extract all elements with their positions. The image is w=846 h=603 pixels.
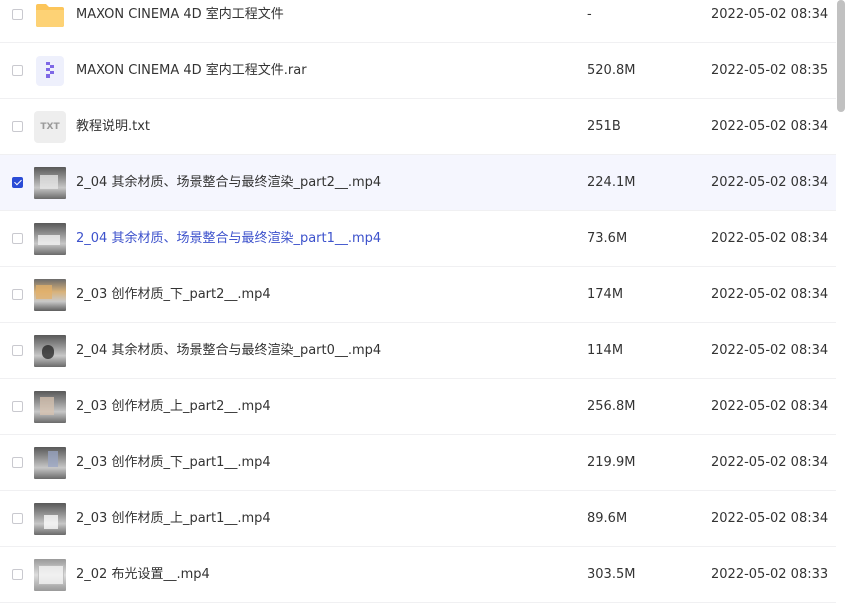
file-size: 224.1M (587, 174, 636, 190)
rar-archive-icon (34, 55, 66, 87)
video-thumbnail (34, 278, 66, 311)
row-checkbox[interactable] (12, 400, 23, 412)
video-thumbnail (34, 166, 66, 199)
file-row[interactable]: 2_02 布光设置__.mp4 303.5M 2022-05-02 08:33 (0, 547, 836, 603)
file-date: 2022-05-02 08:34 (711, 342, 829, 358)
video-thumbnail (34, 558, 66, 591)
file-row[interactable]: 2_03 创作材质_下_part2__.mp4 174M 2022-05-02 … (0, 267, 836, 323)
file-row[interactable]: TXT 教程说明.txt 251B 2022-05-02 08:34 (0, 99, 836, 155)
row-checkbox[interactable] (12, 344, 23, 356)
file-date: 2022-05-02 08:34 (711, 6, 829, 22)
file-size: 303.5M (587, 566, 636, 582)
file-name[interactable]: 2_03 创作材质_上_part1__.mp4 (76, 510, 271, 528)
file-size: 251B (587, 118, 621, 134)
file-row[interactable]: 2_03 创作材质_上_part1__.mp4 89.6M 2022-05-02… (0, 491, 836, 547)
file-size: 256.8M (587, 398, 636, 414)
file-row[interactable]: 2_03 创作材质_上_part2__.mp4 256.8M 2022-05-0… (0, 379, 836, 435)
file-row[interactable]: 2_04 其余材质、场景整合与最终渲染_part1__.mp4 73.6M 20… (0, 211, 836, 267)
scrollbar-thumb[interactable] (837, 0, 845, 112)
row-checkbox[interactable] (12, 64, 23, 76)
file-name-hovered[interactable]: 2_04 其余材质、场景整合与最终渲染_part1__.mp4 (76, 230, 381, 248)
file-row[interactable]: 2_03 创作材质_下_part1__.mp4 219.9M 2022-05-0… (0, 435, 836, 491)
file-row[interactable]: 2_04 其余材质、场景整合与最终渲染_part0__.mp4 114M 202… (0, 323, 836, 379)
file-size: 73.6M (587, 230, 628, 246)
row-checkbox-checked[interactable] (12, 176, 23, 188)
file-name[interactable]: 2_03 创作材质_下_part1__.mp4 (76, 454, 271, 472)
file-name[interactable]: 2_02 布光设置__.mp4 (76, 566, 210, 584)
row-checkbox[interactable] (12, 232, 23, 244)
row-checkbox[interactable] (12, 568, 23, 580)
file-size: 219.9M (587, 454, 636, 470)
file-row[interactable]: MAXON CINEMA 4D 室内工程文件 - 2022-05-02 08:3… (0, 0, 836, 43)
file-name[interactable]: 2_03 创作材质_下_part2__.mp4 (76, 286, 271, 304)
file-name[interactable]: MAXON CINEMA 4D 室内工程文件 (76, 6, 284, 24)
file-size: 114M (587, 342, 624, 358)
file-size: 520.8M (587, 62, 636, 78)
txt-file-icon: TXT (34, 110, 66, 143)
file-row-selected[interactable]: 2_04 其余材质、场景整合与最终渲染_part2__.mp4 224.1M 2… (0, 155, 836, 211)
file-list: MAXON CINEMA 4D 室内工程文件 - 2022-05-02 08:3… (0, 0, 836, 603)
row-checkbox[interactable] (12, 8, 23, 20)
file-date: 2022-05-02 08:34 (711, 174, 829, 190)
video-thumbnail (34, 334, 66, 367)
file-size: 174M (587, 286, 624, 302)
video-thumbnail (34, 222, 66, 255)
file-size: 89.6M (587, 510, 628, 526)
row-checkbox[interactable] (12, 288, 23, 300)
file-name[interactable]: 2_03 创作材质_上_part2__.mp4 (76, 398, 271, 416)
file-date: 2022-05-02 08:34 (711, 510, 829, 526)
file-date: 2022-05-02 08:34 (711, 118, 829, 134)
video-thumbnail (34, 390, 66, 423)
file-date: 2022-05-02 08:34 (711, 230, 829, 246)
file-date: 2022-05-02 08:33 (711, 566, 829, 582)
row-checkbox[interactable] (12, 512, 23, 524)
file-date: 2022-05-02 08:34 (711, 286, 829, 302)
row-checkbox[interactable] (12, 120, 23, 132)
file-name[interactable]: 教程说明.txt (76, 118, 150, 136)
file-name[interactable]: 2_04 其余材质、场景整合与最终渲染_part0__.mp4 (76, 342, 381, 360)
file-row[interactable]: MAXON CINEMA 4D 室内工程文件.rar 520.8M 2022-0… (0, 43, 836, 99)
file-date: 2022-05-02 08:34 (711, 454, 829, 470)
video-thumbnail (34, 502, 66, 535)
file-date: 2022-05-02 08:35 (711, 62, 829, 78)
folder-icon (34, 0, 66, 31)
file-size: - (587, 6, 592, 22)
row-checkbox[interactable] (12, 456, 23, 468)
file-name[interactable]: MAXON CINEMA 4D 室内工程文件.rar (76, 62, 307, 80)
video-thumbnail (34, 446, 66, 479)
file-date: 2022-05-02 08:34 (711, 398, 829, 414)
vertical-scrollbar[interactable] (836, 0, 846, 591)
file-name[interactable]: 2_04 其余材质、场景整合与最终渲染_part2__.mp4 (76, 174, 381, 192)
